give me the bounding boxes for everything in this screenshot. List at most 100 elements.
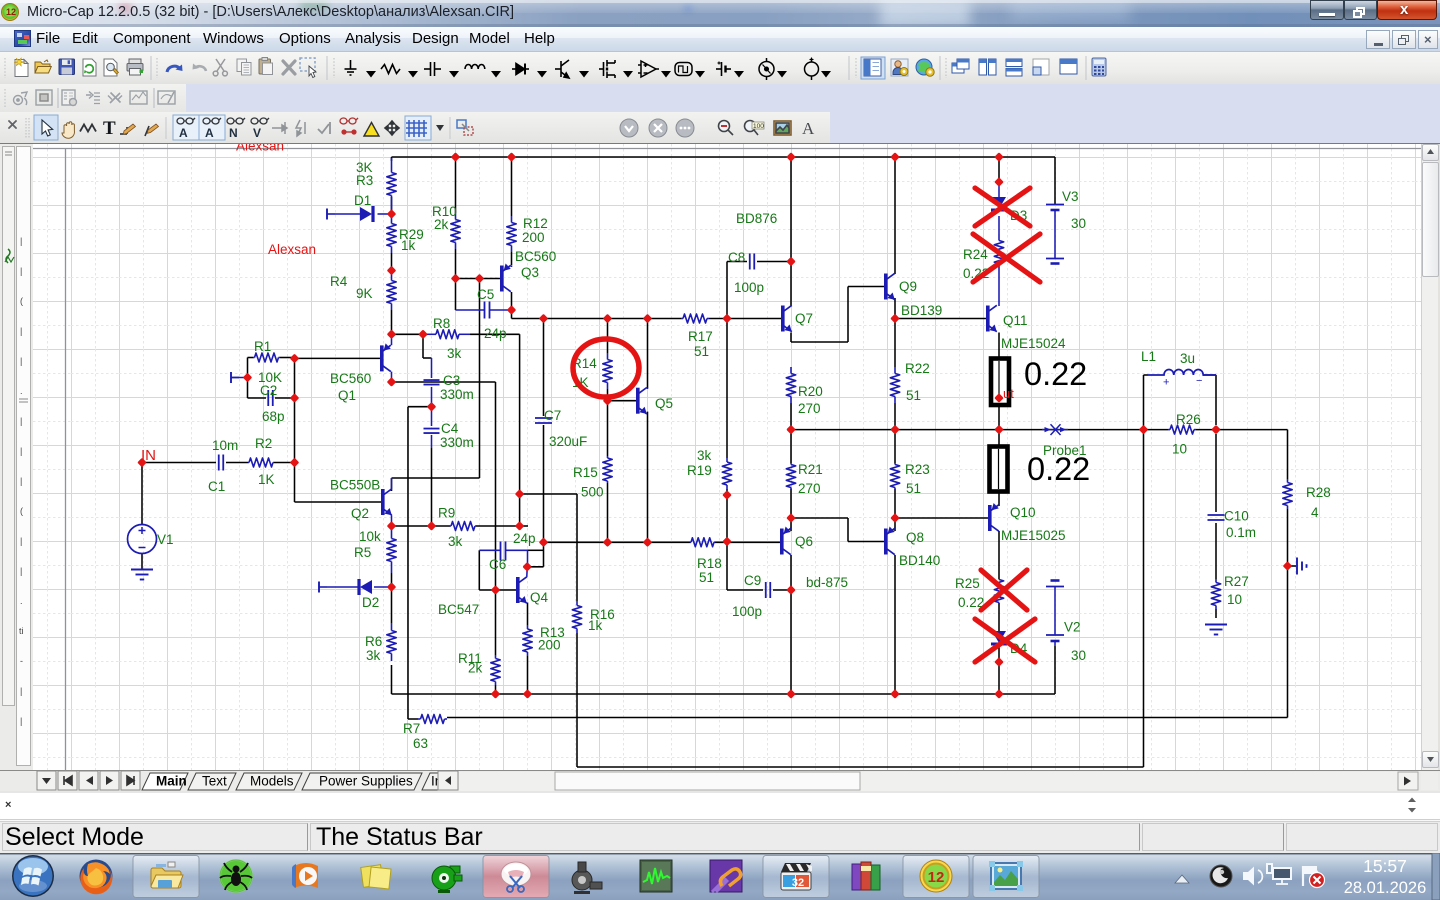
svg-text:Text: Text (202, 774, 227, 789)
svg-text:0.1m: 0.1m (1226, 525, 1256, 540)
svg-text:10: 10 (1172, 442, 1187, 457)
svg-text:3u: 3u (1180, 351, 1195, 366)
svg-text:MJE15024: MJE15024 (1001, 336, 1066, 351)
svg-text:500: 500 (581, 485, 604, 500)
svg-text:A: A (802, 119, 815, 138)
svg-text:4: 4 (1311, 505, 1319, 520)
svg-text:1k: 1k (401, 238, 416, 253)
svg-text:D1: D1 (354, 193, 371, 208)
svg-text:3k: 3k (697, 448, 712, 463)
svg-text:63: 63 (413, 736, 428, 751)
svg-text:3k: 3k (366, 648, 381, 663)
svg-text:−: − (1196, 375, 1202, 387)
svg-text:MJE15025: MJE15025 (1001, 528, 1066, 543)
svg-text:Q11: Q11 (1003, 313, 1028, 328)
svg-text:C8: C8 (728, 250, 745, 265)
svg-text:51: 51 (906, 388, 921, 403)
svg-text:100p: 100p (734, 280, 764, 295)
svg-text:Q8: Q8 (906, 530, 924, 545)
svg-text:C7: C7 (544, 408, 561, 423)
svg-text:100: 100 (753, 123, 764, 130)
svg-text:24p: 24p (484, 326, 507, 341)
svg-text:R4: R4 (330, 274, 348, 289)
svg-text:bd-875: bd-875 (806, 575, 848, 590)
svg-text:Q4: Q4 (530, 590, 549, 605)
svg-text:0.22: 0.22 (1024, 356, 1087, 392)
svg-text:30: 30 (1071, 648, 1086, 663)
svg-text:R1: R1 (254, 339, 271, 354)
svg-text:|: | (20, 416, 22, 426)
svg-text:C5: C5 (477, 287, 494, 302)
svg-text:|: | (20, 326, 22, 336)
svg-text:Alexsan: Alexsan (236, 144, 284, 154)
svg-text:Q7: Q7 (795, 311, 813, 326)
svg-text:BC547: BC547 (438, 602, 479, 617)
svg-text:R28: R28 (1306, 485, 1331, 500)
svg-text:C1: C1 (208, 479, 225, 494)
svg-text:L1: L1 (1141, 349, 1156, 364)
svg-text:C6: C6 (489, 557, 506, 572)
svg-text:R26: R26 (1176, 412, 1201, 427)
svg-text:+: + (1163, 377, 1169, 389)
svg-text:BC550B: BC550B (330, 478, 380, 493)
svg-text:|: | (20, 476, 22, 486)
svg-text:Q2: Q2 (351, 506, 369, 521)
svg-text:1k: 1k (588, 618, 603, 633)
svg-text:15:57: 15:57 (1363, 856, 1407, 876)
svg-text:C3: C3 (443, 373, 460, 388)
svg-text:30: 30 (1071, 216, 1086, 231)
svg-text:R21: R21 (798, 462, 823, 477)
svg-text:C4: C4 (441, 421, 459, 436)
svg-text:|: | (20, 356, 22, 366)
svg-text:R8: R8 (433, 316, 450, 331)
svg-text:32: 32 (792, 877, 804, 889)
svg-text:|: | (20, 686, 22, 696)
svg-text:3k: 3k (448, 534, 463, 549)
svg-text:R19: R19 (687, 463, 712, 478)
svg-text:320uF: 320uF (549, 434, 587, 449)
svg-text:100p: 100p (732, 604, 762, 619)
svg-text:R15: R15 (573, 465, 598, 480)
svg-text:R3: R3 (356, 173, 373, 188)
svg-text:2k: 2k (434, 217, 449, 232)
svg-text:|: | (20, 446, 22, 456)
svg-text:Q5: Q5 (655, 396, 673, 411)
svg-text:IN: IN (141, 447, 156, 464)
svg-text:Alexsan: Alexsan (268, 242, 316, 257)
svg-text:10m: 10m (212, 438, 238, 453)
svg-text:V2: V2 (1064, 620, 1081, 635)
svg-text:N: N (229, 126, 238, 140)
svg-text:ti: ti (19, 626, 24, 636)
svg-text:|: | (20, 566, 22, 576)
svg-text:Models: Models (250, 774, 294, 789)
svg-text:(: ( (20, 296, 23, 306)
svg-text:D2: D2 (362, 595, 379, 610)
svg-text:V3: V3 (1062, 189, 1079, 204)
svg-text:Q6: Q6 (795, 534, 813, 549)
svg-text:10: 10 (1227, 592, 1242, 607)
svg-text:R9: R9 (438, 506, 455, 521)
svg-text:R25: R25 (955, 576, 980, 591)
svg-text:10k: 10k (359, 529, 381, 544)
svg-text:R2: R2 (255, 436, 272, 451)
svg-text:|: | (20, 716, 22, 726)
svg-text:51: 51 (906, 481, 921, 496)
svg-text:R22: R22 (905, 361, 930, 376)
svg-text:28.01.2026: 28.01.2026 (1344, 879, 1427, 897)
svg-text:|: | (20, 266, 22, 276)
svg-text:(: ( (20, 506, 23, 516)
svg-text:C2: C2 (260, 383, 277, 398)
svg-text:51: 51 (694, 344, 709, 359)
svg-text:R23: R23 (905, 462, 930, 477)
svg-text:24p: 24p (513, 531, 536, 546)
svg-text:51: 51 (699, 570, 714, 585)
svg-text:330m: 330m (440, 387, 474, 402)
svg-text:BC560: BC560 (515, 249, 556, 264)
svg-text:C10: C10 (1224, 509, 1249, 524)
svg-text:|: | (20, 236, 22, 246)
svg-text:Q3: Q3 (521, 265, 539, 280)
svg-text:C9: C9 (744, 573, 761, 588)
svg-text:|: | (20, 536, 22, 546)
svg-text:0.22: 0.22 (1027, 451, 1090, 487)
svg-text:9K: 9K (356, 286, 373, 301)
